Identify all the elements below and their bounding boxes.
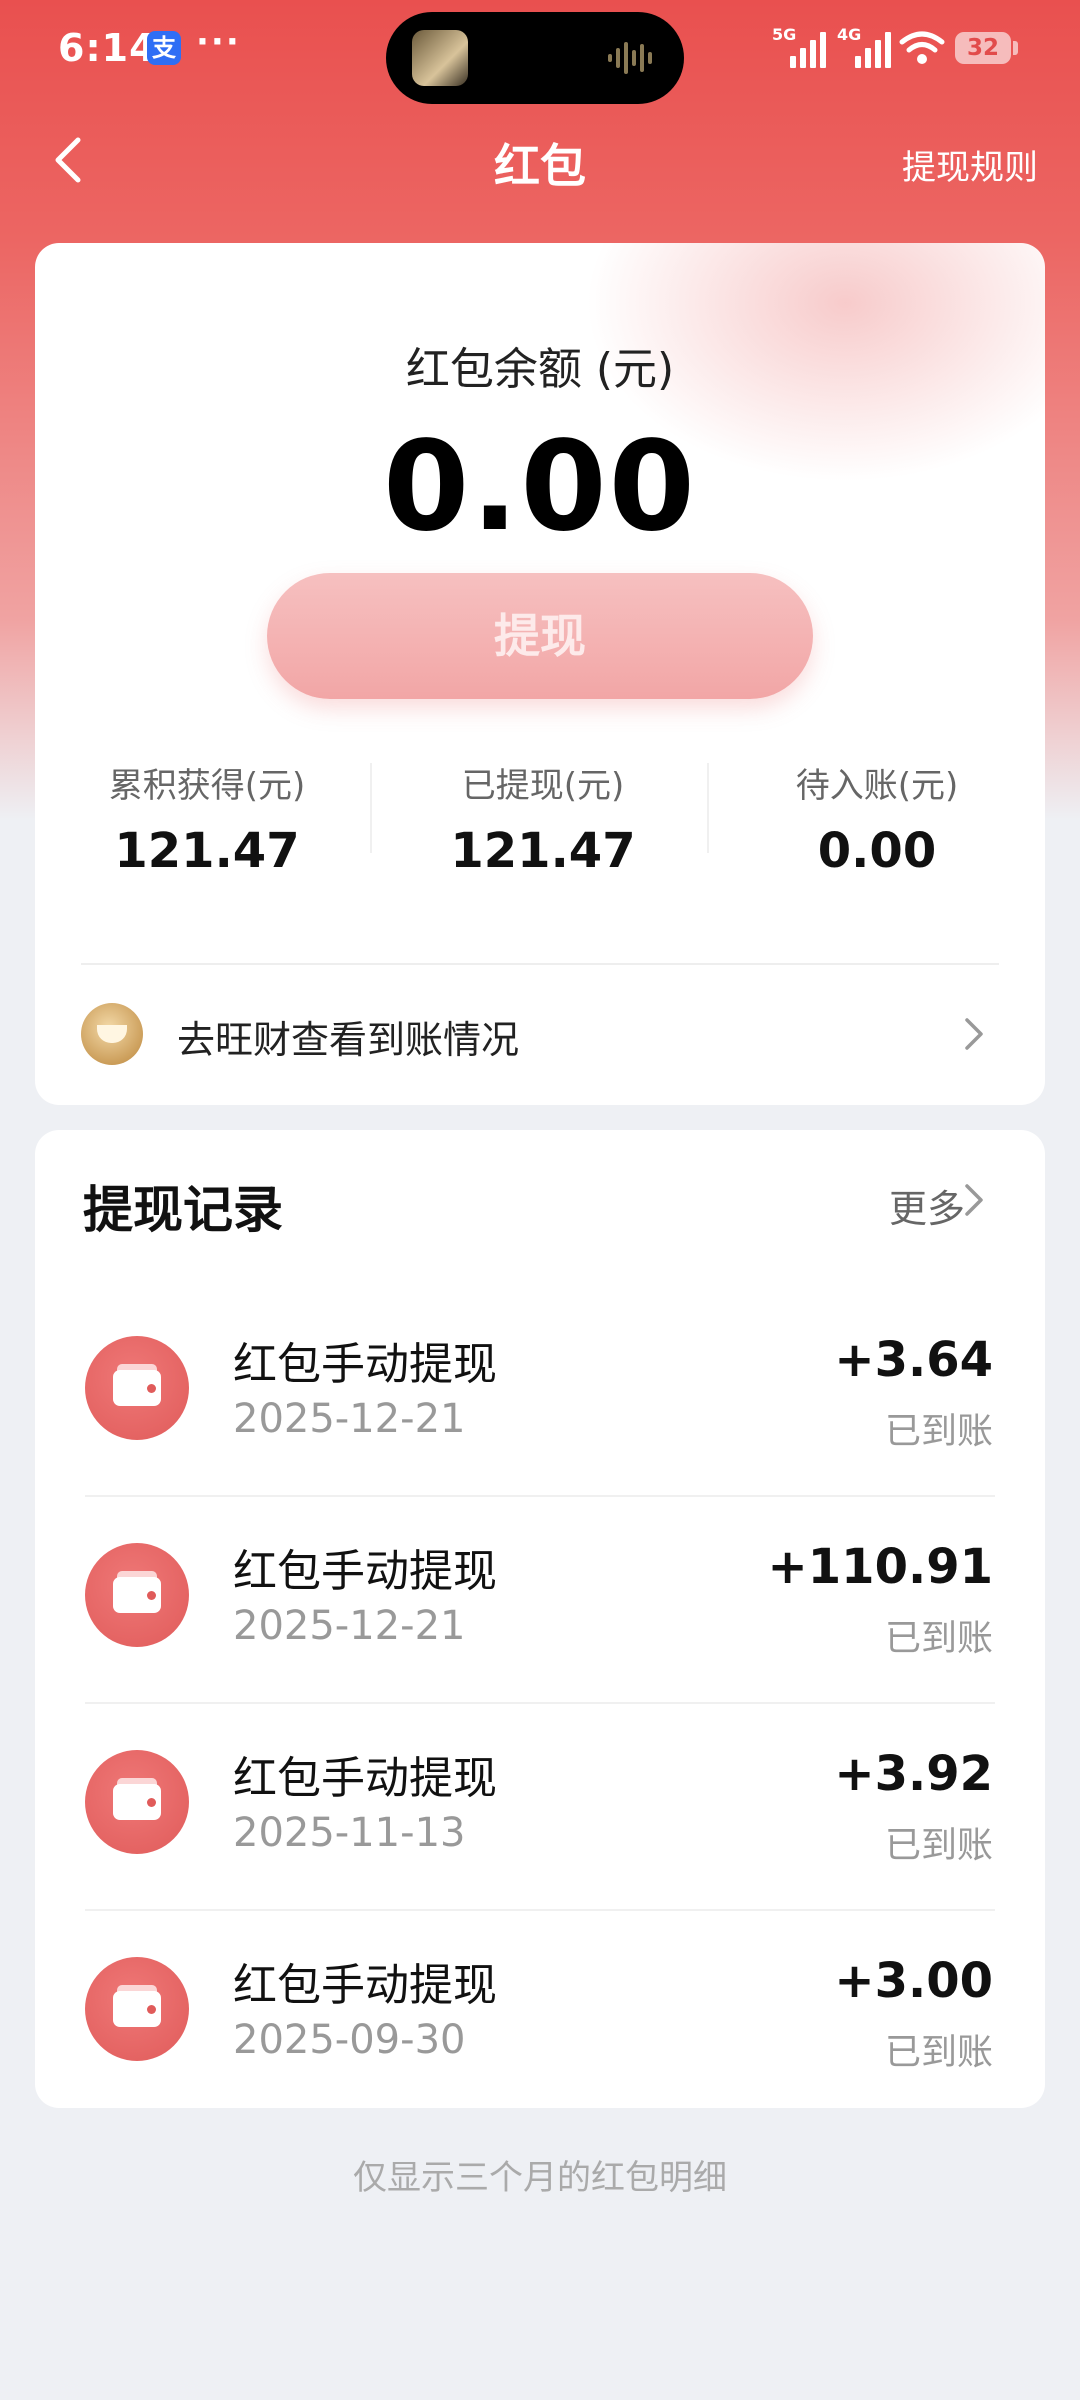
alipay-icon: 支 [147,31,181,65]
record-row[interactable]: 红包手动提现 2025-12-21 +110.91 已到账 [35,1497,1045,1704]
balance-value: 0.00 [383,415,697,559]
record-row[interactable]: 红包手动提现 2025-12-21 +3.64 已到账 [35,1290,1045,1497]
wifi-icon [899,31,945,64]
withdraw-records-card: 提现记录 更多 红包手动提现 2025-12-21 +3.64 已到账 红包手动… [35,1130,1045,2108]
media-thumbnail-icon [412,30,468,86]
record-row[interactable]: 红包手动提现 2025-11-13 +3.92 已到账 [35,1704,1045,1911]
nav-bar: 红包 提现规则 [0,110,1080,210]
red-packet-page: 6:14 支 ··· 5G 4G 32 红包 提现规则 红包余额 (元) 0.0… [0,0,1080,2400]
record-title: 红包手动提现 [233,1339,497,1390]
balance-card: 红包余额 (元) 0.00 提现 累积获得(元) 121.47 已提现(元) 1… [35,243,1045,1105]
status-bar: 6:14 支 ··· 5G 4G 32 [0,0,1080,104]
audio-wave-icon [608,42,652,74]
stat-value: 121.47 [450,823,636,879]
record-status: 已到账 [884,1411,993,1452]
more-notifications-icon: ··· [196,22,241,62]
record-title: 红包手动提现 [233,1546,497,1597]
signal-4g-icon: 4G [837,26,891,68]
record-date: 2025-09-30 [233,2017,466,2063]
stat-label: 累积获得(元) [108,766,306,806]
status-time: 6:14 [58,26,157,70]
dynamic-island[interactable] [386,12,684,104]
footer-note: 仅显示三个月的红包明细 [353,2158,727,2198]
stat-pending: 待入账(元) 0.00 [727,758,1027,879]
gold-ingot-icon [81,1003,143,1065]
wallet-icon [85,1336,189,1440]
divider [81,963,999,965]
wallet-icon [85,1543,189,1647]
battery-level: 32 [955,32,1011,64]
record-title: 红包手动提现 [233,1960,497,2011]
wallet-icon [85,1750,189,1854]
record-date: 2025-11-13 [233,1810,466,1856]
back-arrow-icon[interactable] [48,132,88,188]
record-status: 已到账 [884,1618,993,1659]
wangcai-link-label: 去旺财查看到账情况 [177,1018,520,1062]
chevron-right-icon [965,1184,983,1216]
stat-value: 0.00 [817,823,937,879]
battery-tip [1013,41,1018,55]
record-amount: +3.92 [834,1746,993,1802]
record-row[interactable]: 红包手动提现 2025-09-30 +3.00 已到账 [35,1911,1045,2108]
record-amount: +110.91 [767,1539,993,1595]
withdraw-rules-link[interactable]: 提现规则 [902,140,1038,189]
network-4g-label: 4G [837,26,861,44]
record-date: 2025-12-21 [233,1396,466,1442]
stat-withdrawn: 已提现(元) 121.47 [393,758,693,879]
chevron-right-icon [965,1018,983,1050]
signal-5g-icon: 5G [772,26,826,68]
network-5g-label: 5G [772,26,796,44]
stat-label: 已提现(元) [461,766,625,806]
wallet-icon [85,1957,189,2061]
record-title: 红包手动提现 [233,1753,497,1804]
stat-divider [370,763,372,853]
record-status: 已到账 [884,2032,993,2073]
stat-total-earned: 累积获得(元) 121.47 [57,758,357,879]
records-title: 提现记录 [83,1181,283,1239]
record-date: 2025-12-21 [233,1603,466,1649]
record-amount: +3.64 [834,1332,993,1388]
stat-value: 121.47 [114,823,300,879]
balance-label: 红包余额 (元) [405,344,675,395]
stat-label: 待入账(元) [795,766,959,806]
record-amount: +3.00 [834,1953,993,2009]
more-link-label: 更多 [888,1187,965,1231]
withdraw-button[interactable]: 提现 [267,573,813,699]
stat-divider [707,763,709,853]
record-status: 已到账 [884,1825,993,1866]
